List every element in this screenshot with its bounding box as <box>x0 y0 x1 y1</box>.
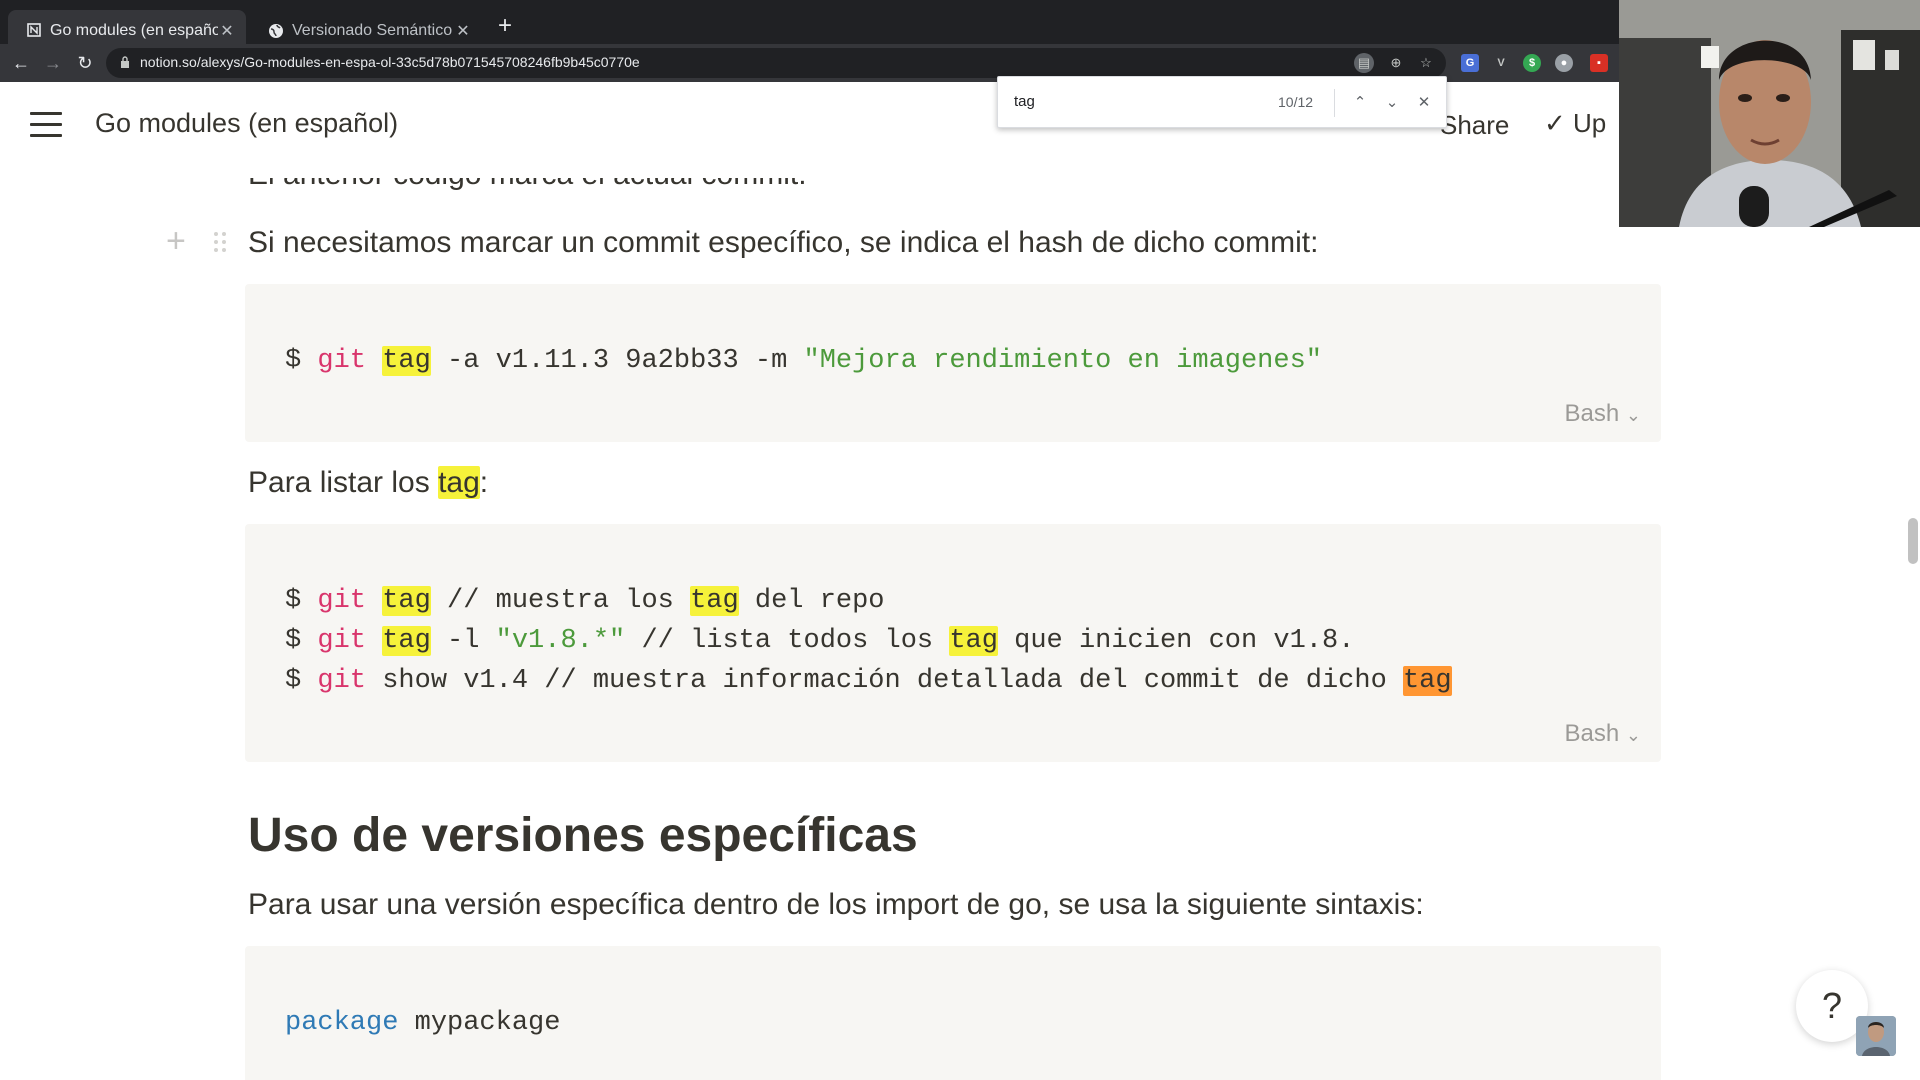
red-extension-icon[interactable]: ▪ <box>1590 54 1608 72</box>
code-prompt: $ <box>285 666 318 696</box>
code-line: $ git tag -a v1.11.3 9a2bb33 -m "Mejora … <box>285 346 1322 376</box>
webcam-overlay <box>1619 0 1920 227</box>
tab-title: Versionado Semántico 2 <box>292 22 454 39</box>
paragraph-import: Para usar una versión específica dentro … <box>248 888 1424 921</box>
drag-handle-icon[interactable] <box>214 232 228 254</box>
translate-extension-icon[interactable]: G <box>1461 54 1479 72</box>
code-string: "Mejora rendimiento en imagenes" <box>803 346 1322 376</box>
update-button[interactable]: ✓ Up <box>1544 108 1606 139</box>
code-line: $ git show v1.4 // muestra información d… <box>285 666 1452 696</box>
find-bar: tag 10/12 ⌃ ⌄ ✕ <box>997 76 1447 128</box>
paragraph-list-tags: Para listar los tag: <box>248 466 488 500</box>
share-button[interactable]: Share <box>1440 110 1509 141</box>
back-arrow-icon[interactable]: ← <box>8 50 34 76</box>
code-keyword: package <box>285 1008 399 1038</box>
chevron-down-icon[interactable]: ⌄ <box>1380 91 1404 115</box>
zoom-icon[interactable]: ⊕ <box>1386 53 1406 73</box>
close-icon[interactable]: ✕ <box>1412 91 1436 115</box>
code-string: "v1.8.*" <box>495 626 626 656</box>
divider <box>1334 89 1335 117</box>
vue-extension-icon[interactable]: V <box>1492 54 1510 72</box>
close-icon[interactable]: ✕ <box>218 21 236 41</box>
language-selector[interactable]: Bash ⌄ <box>1565 720 1641 748</box>
notion-icon <box>26 23 42 39</box>
code-keyword: git <box>317 586 367 616</box>
code-line: package mypackage <box>285 1008 560 1038</box>
code-text: show v1.4 // muestra información detalla… <box>366 666 1403 696</box>
code-keyword: git <box>317 666 367 696</box>
check-icon: ✓ <box>1544 108 1566 138</box>
green-extension-icon[interactable]: $ <box>1523 54 1541 72</box>
forward-arrow-icon[interactable]: → <box>40 50 66 76</box>
find-input[interactable]: tag <box>1014 93 1035 110</box>
star-icon[interactable]: ☆ <box>1416 53 1436 73</box>
find-highlight: tag <box>438 466 480 499</box>
code-block[interactable]: package mypackage <box>245 946 1661 1080</box>
chevron-down-icon: ⌄ <box>1625 725 1641 745</box>
menu-icon[interactable] <box>30 112 62 138</box>
find-highlight: tag <box>382 586 431 616</box>
reload-icon[interactable]: ↻ <box>72 50 98 76</box>
code-block[interactable]: $ git tag // muestra los tag del repo $ … <box>245 524 1661 762</box>
find-current-highlight: tag <box>1402 666 1452 696</box>
code-text: -l <box>430 626 496 656</box>
address-bar[interactable]: notion.so/alexys/Go-modules-en-espa-ol-3… <box>106 48 1446 78</box>
chevron-up-icon[interactable]: ⌃ <box>1348 91 1372 115</box>
code-prompt: $ <box>285 626 318 656</box>
presenter-image <box>1619 0 1920 227</box>
find-highlight: tag <box>382 346 431 376</box>
paragraph-commit: Si necesitamos marcar un commit específi… <box>248 226 1319 259</box>
scrollbar[interactable] <box>1908 518 1918 564</box>
code-text: que inicien con v1.8. <box>997 626 1355 656</box>
avatar[interactable] <box>1856 1016 1896 1056</box>
language-label: Bash <box>1564 720 1620 747</box>
update-label: Up <box>1573 108 1607 138</box>
code-keyword: git <box>317 346 367 376</box>
new-tab-icon[interactable]: + <box>498 14 512 38</box>
topbar-mask <box>0 150 1619 172</box>
code-block[interactable]: $ git tag -a v1.11.3 9a2bb33 -m "Mejora … <box>245 284 1661 442</box>
grey-extension-icon[interactable]: ● <box>1555 54 1573 72</box>
find-highlight: tag <box>690 586 739 616</box>
code-text: // lista todos los <box>625 626 950 656</box>
language-label: Bash <box>1564 400 1620 427</box>
code-line: $ git tag // muestra los tag del repo <box>285 586 885 616</box>
code-text: del repo <box>738 586 885 616</box>
globe-icon <box>268 23 284 39</box>
tab-title: Go modules (en español) <box>50 22 218 39</box>
language-selector[interactable]: Bash ⌄ <box>1565 400 1641 428</box>
find-highlight: tag <box>949 626 998 656</box>
page-action-icon[interactable]: ▤ <box>1354 53 1374 73</box>
code-text: -a v1.11.3 9a2bb33 -m <box>430 346 804 376</box>
section-heading: Uso de versiones específicas <box>248 809 918 862</box>
find-match-count: 10/12 <box>1278 94 1314 110</box>
code-text: // muestra los <box>430 586 691 616</box>
find-highlight: tag <box>382 626 431 656</box>
code-prompt: $ <box>285 586 318 616</box>
paragraph-text: Para listar los <box>248 466 439 499</box>
paragraph-text: : <box>479 466 489 499</box>
topbar-shadow <box>0 172 1619 178</box>
code-line: $ git tag -l "v1.8.*" // lista todos los… <box>285 626 1354 656</box>
chevron-down-icon: ⌄ <box>1625 405 1641 425</box>
code-text: mypackage <box>398 1008 561 1038</box>
add-block-icon[interactable]: + <box>166 222 186 261</box>
code-keyword: git <box>317 626 367 656</box>
lock-icon <box>121 56 129 68</box>
url-text: notion.so/alexys/Go-modules-en-espa-ol-3… <box>140 54 640 70</box>
close-icon[interactable]: ✕ <box>454 21 472 41</box>
code-prompt: $ <box>285 346 318 376</box>
page-title[interactable]: Go modules (en español) <box>95 108 398 139</box>
